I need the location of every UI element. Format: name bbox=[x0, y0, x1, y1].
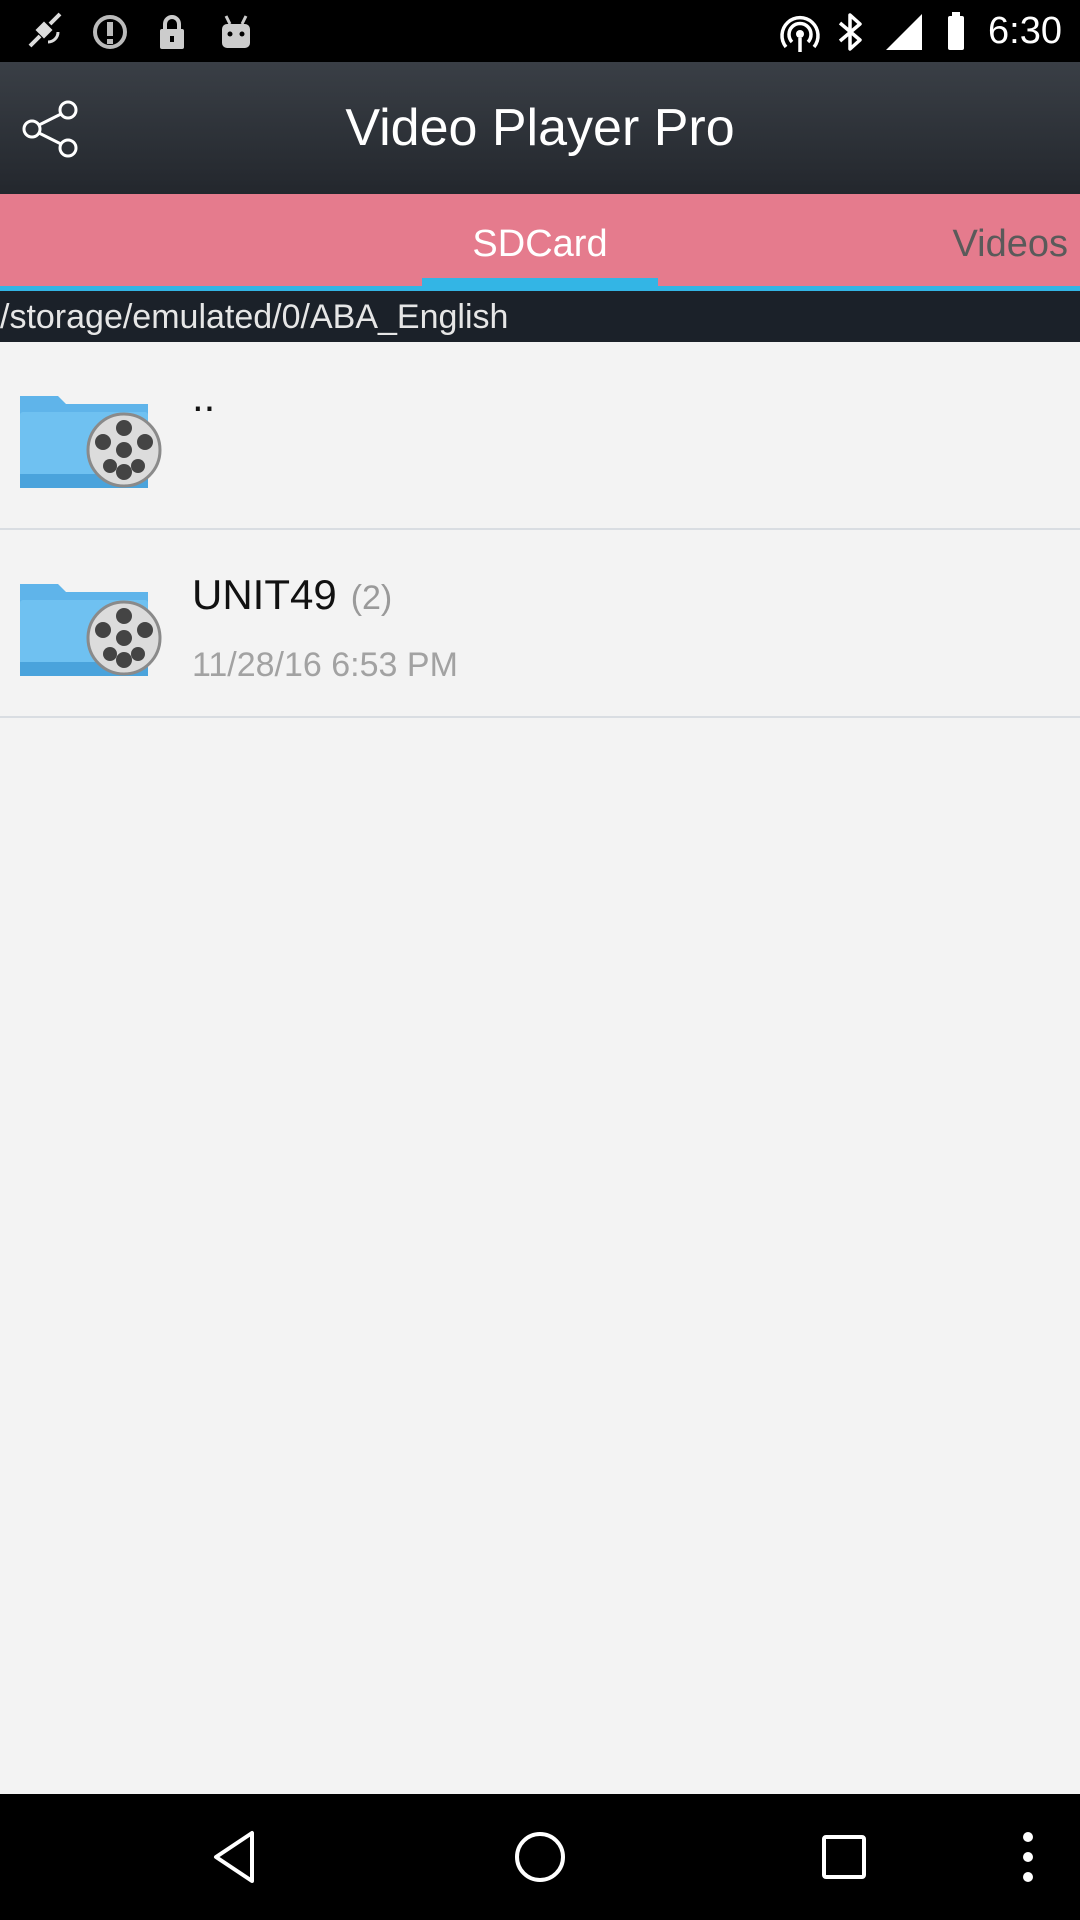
selected-tab-indicator bbox=[422, 278, 658, 286]
list-item-parent[interactable]: .. bbox=[0, 342, 1080, 530]
list-item-unit49[interactable]: UNIT49 (2) 11/28/16 6:53 PM bbox=[0, 530, 1080, 718]
file-list: .. UNIT49 (2) 11/28/16 6:53 PM bbox=[0, 342, 1080, 718]
fake-gps-icon bbox=[28, 12, 62, 48]
item-count: (2) bbox=[350, 579, 393, 617]
video-folder-icon bbox=[20, 584, 162, 676]
bluetooth-icon bbox=[838, 13, 862, 51]
app-title: Video Player Pro bbox=[345, 99, 735, 157]
title-bar: Video Player Pro bbox=[0, 62, 1080, 194]
share-icon[interactable] bbox=[20, 98, 82, 160]
current-path: /storage/emulated/0/ABA_English bbox=[0, 291, 1080, 342]
tab-bar: SDCard Videos bbox=[0, 194, 1080, 286]
recents-icon[interactable] bbox=[814, 1827, 874, 1887]
status-time: 6:30 bbox=[988, 10, 1062, 52]
android-icon bbox=[222, 15, 250, 48]
navigation-bar bbox=[0, 1794, 1080, 1920]
folder-name: UNIT49 bbox=[192, 571, 337, 618]
app-screen: 6:30 Video Player Pro SDCard Videos /sto… bbox=[0, 0, 1080, 1920]
tab-videos[interactable]: Videos bbox=[952, 194, 1068, 286]
menu-icon[interactable] bbox=[998, 1827, 1058, 1887]
item-name: UNIT49 (2) bbox=[192, 570, 392, 623]
lock-icon bbox=[160, 15, 184, 49]
item-date: 11/28/16 6:53 PM bbox=[192, 646, 458, 684]
hotspot-icon bbox=[780, 16, 820, 52]
battery-icon bbox=[948, 12, 964, 50]
tab-sdcard[interactable]: SDCard bbox=[422, 194, 658, 286]
item-name: .. bbox=[192, 373, 216, 420]
signal-icon bbox=[886, 14, 922, 50]
status-bar: 6:30 bbox=[0, 0, 1080, 62]
video-folder-icon bbox=[20, 396, 162, 488]
alert-icon bbox=[93, 15, 127, 49]
back-icon[interactable] bbox=[206, 1827, 266, 1887]
home-icon[interactable] bbox=[510, 1827, 570, 1887]
